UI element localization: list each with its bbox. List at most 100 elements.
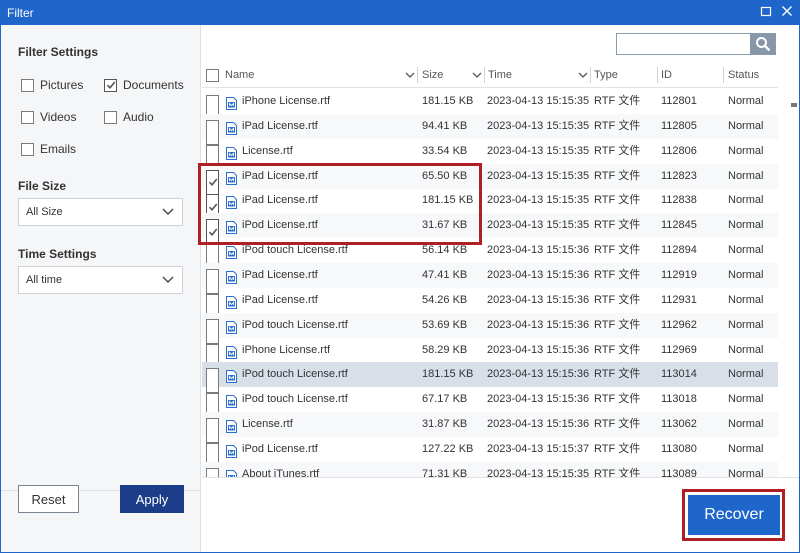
column-id[interactable]: ID [661, 63, 672, 87]
table-row[interactable]: iPad License.rtf 65.50 KB 2023-04-13 15:15… [202, 163, 778, 195]
file-status: Normal [728, 95, 764, 107]
recover-button[interactable]: Recover [688, 495, 780, 535]
file-id: 112823 [661, 169, 697, 182]
time-dropdown[interactable]: All time [18, 266, 183, 294]
file-size: 71.31 KB [422, 467, 468, 477]
row-checkbox[interactable] [206, 467, 219, 477]
chevron-down-icon [162, 208, 174, 215]
file-id: 112806 [661, 144, 697, 157]
file-type: RTF 文件 [594, 219, 641, 232]
time-settings-heading: Time Settings [18, 247, 97, 261]
file-size: 53.69 KB [422, 318, 468, 331]
file-type: RTF 文件 [594, 393, 641, 406]
apply-button[interactable]: Apply [120, 485, 184, 513]
column-separator[interactable] [417, 67, 418, 83]
table-row[interactable]: iPod License.rtf 127.22 KB 2023-04-13 15:1… [202, 437, 778, 468]
document-icon [226, 145, 237, 160]
column-size[interactable]: Size [422, 63, 443, 87]
table-row[interactable]: iPod touch License.rtf 181.15 KB 2023-04-1… [202, 362, 778, 394]
chevron-down-icon[interactable] [578, 72, 588, 79]
document-icon [226, 443, 237, 458]
emails-checkbox-box[interactable] [21, 142, 34, 156]
chevron-down-icon[interactable] [405, 72, 415, 79]
table-row[interactable]: iPad License.rtf 181.15 KB 2023-04-13 15:1… [202, 188, 778, 220]
file-time: 2023-04-13 15:15:35 [487, 219, 590, 232]
document-icon [226, 194, 237, 210]
videos-checkbox[interactable]: Videos [21, 109, 76, 125]
documents-checkbox-box[interactable] [104, 78, 117, 92]
table-row[interactable]: License.rtf 31.87 KB 2023-04-13 15:15:36 RT… [202, 412, 778, 444]
search-box [616, 33, 776, 55]
document-icon [226, 319, 237, 334]
column-separator[interactable] [723, 67, 724, 83]
pictures-checkbox-box[interactable] [21, 78, 34, 92]
file-id: 113062 [661, 418, 697, 431]
file-time: 2023-04-13 15:15:36 [487, 368, 590, 381]
search-input[interactable] [620, 36, 748, 52]
document-icon [226, 120, 237, 135]
videos-label: Videos [40, 110, 77, 124]
table-header: Name Size Time Type ID Status [202, 63, 778, 88]
documents-checkbox[interactable]: Documents [104, 77, 184, 93]
file-status: Normal [728, 169, 764, 182]
column-status[interactable]: Status [728, 63, 759, 87]
file-size-value: All Size [26, 206, 63, 218]
file-name: iPhone License.rtf [242, 95, 331, 107]
emails-checkbox[interactable]: Emails [21, 141, 76, 157]
column-separator[interactable] [484, 67, 485, 83]
file-status: Normal [728, 368, 764, 381]
column-type[interactable]: Type [594, 63, 618, 87]
document-icon [226, 244, 237, 260]
file-id: 112805 [661, 119, 697, 132]
file-time: 2023-04-13 15:15:36 [487, 293, 590, 306]
file-type: RTF 文件 [594, 318, 641, 331]
close-icon[interactable] [778, 4, 796, 22]
search-button[interactable] [750, 34, 775, 54]
table-row[interactable]: iPod License.rtf 31.67 KB 2023-04-13 15:15… [202, 213, 778, 245]
file-size: 47.41 KB [422, 268, 468, 281]
file-status: Normal [728, 219, 764, 232]
audio-label: Audio [123, 110, 154, 124]
table-row[interactable]: iPad License.rtf 47.41 KB 2023-04-13 15:15… [202, 262, 778, 294]
file-size-heading: File Size [18, 179, 67, 193]
column-time[interactable]: Time [488, 63, 512, 87]
table-row[interactable]: About iTunes.rtf 71.31 KB 2023-04-13 15:15… [202, 461, 778, 477]
file-size-dropdown[interactable]: All Size [18, 198, 183, 226]
file-size: 127.22 KB [422, 442, 474, 455]
table-row[interactable]: License.rtf 33.54 KB 2023-04-13 15:15:35 RT… [202, 139, 778, 170]
table-row[interactable]: iPod touch License.rtf 53.69 KB 2023-04-13… [202, 312, 778, 344]
table-row[interactable]: iPad License.rtf 94.41 KB 2023-04-13 15:15… [202, 113, 778, 145]
chevron-down-icon[interactable] [472, 72, 482, 79]
pictures-checkbox[interactable]: Pictures [21, 77, 83, 93]
column-separator[interactable] [657, 67, 658, 83]
column-name[interactable]: Name [225, 63, 254, 87]
file-status: Normal [728, 194, 764, 207]
table-row[interactable]: iPod touch License.rtf 56.14 KB 2023-04-13… [202, 238, 778, 270]
reset-button[interactable]: Reset [18, 485, 79, 513]
file-name: License.rtf [242, 418, 293, 431]
file-type: RTF 文件 [594, 467, 641, 477]
document-icon [226, 269, 237, 284]
videos-checkbox-box[interactable] [21, 110, 34, 124]
file-size: 31.87 KB [422, 418, 468, 431]
file-name: About iTunes.rtf [242, 467, 320, 477]
file-name: iPhone License.rtf [242, 343, 331, 356]
select-all-checkbox[interactable] [206, 69, 219, 82]
audio-checkbox-box[interactable] [104, 110, 117, 124]
filter-sidebar: Filter Settings Pictures Documents Video… [1, 25, 201, 552]
file-type: RTF 文件 [594, 244, 641, 257]
table-row[interactable]: iPad License.rtf 54.26 KB 2023-04-13 15:15… [202, 288, 778, 319]
file-name: iPod touch License.rtf [242, 318, 348, 331]
vertical-scrollbar[interactable] [779, 63, 799, 477]
table-row[interactable]: iPhone License.rtf 181.15 KB 2023-04-13 15… [202, 89, 778, 120]
file-time: 2023-04-13 15:15:36 [487, 318, 590, 331]
file-time: 2023-04-13 15:15:37 [487, 442, 590, 455]
column-separator[interactable] [590, 67, 591, 83]
table-row[interactable]: iPhone License.rtf 58.29 KB 2023-04-13 15:… [202, 338, 778, 369]
minimize-icon[interactable] [757, 4, 775, 22]
table-row[interactable]: iPod touch License.rtf 67.17 KB 2023-04-13… [202, 387, 778, 419]
audio-checkbox[interactable]: Audio [104, 109, 154, 125]
file-name: iPod touch License.rtf [242, 244, 348, 257]
scrollbar-thumb[interactable] [791, 103, 797, 107]
document-icon [226, 344, 237, 359]
